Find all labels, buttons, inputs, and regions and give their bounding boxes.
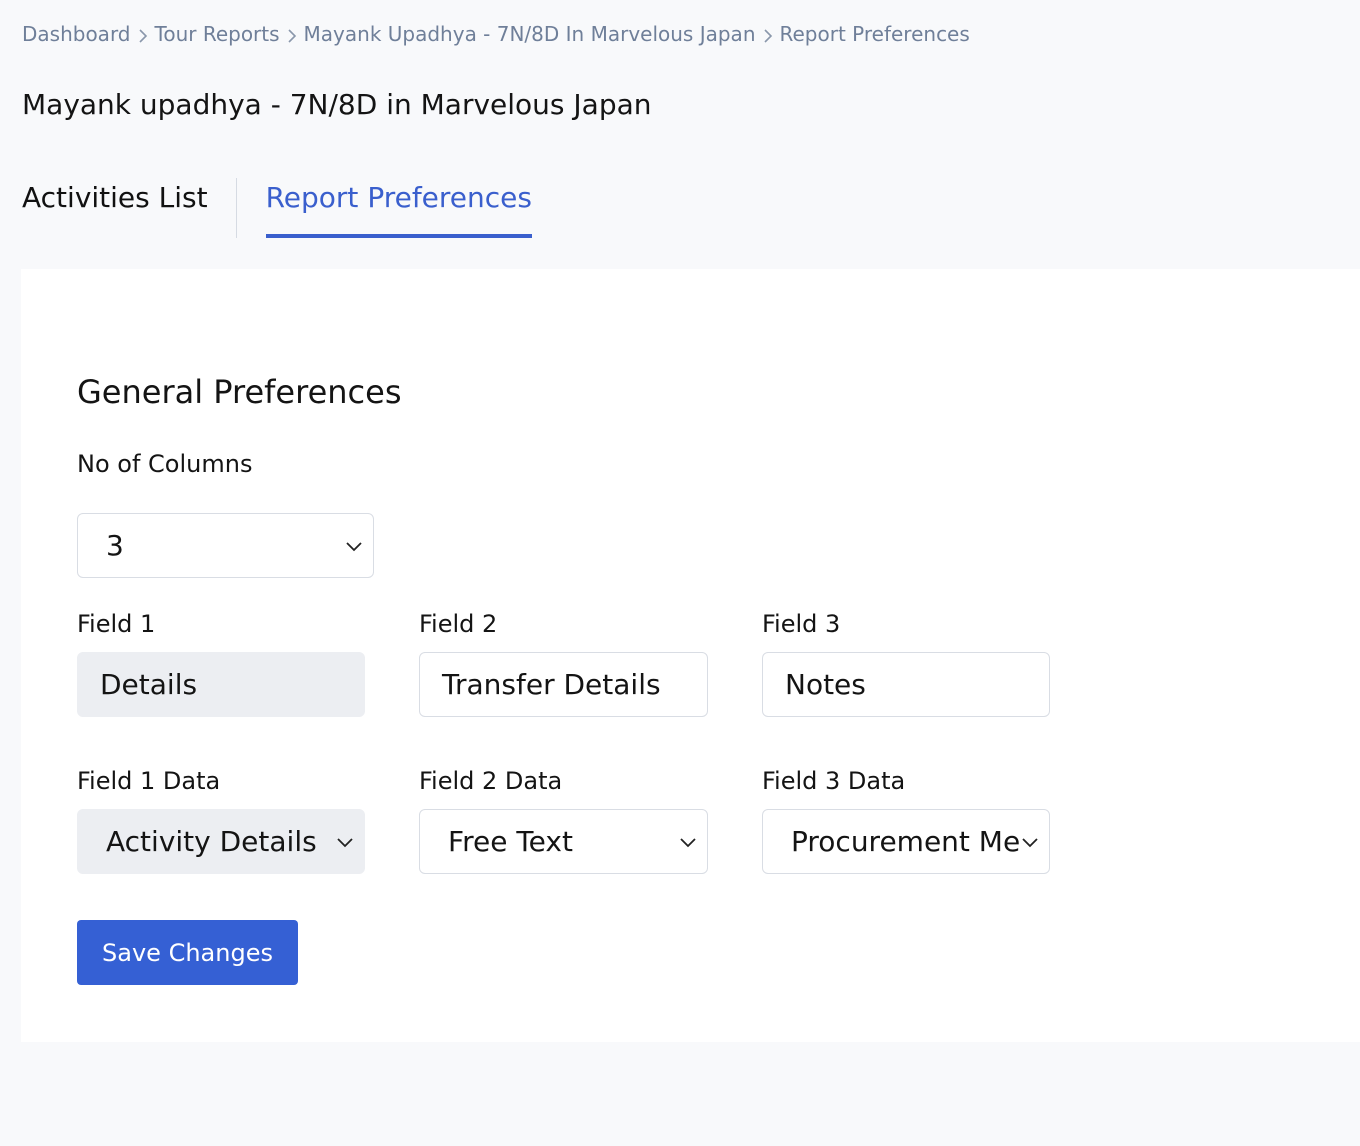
field1-input-value: Details <box>100 668 198 701</box>
columns-select-value: 3 <box>106 529 124 562</box>
chevron-down-icon <box>680 837 696 847</box>
field3-data-select[interactable]: Procurement Men <box>762 809 1050 874</box>
field3-label: Field 3 <box>762 610 841 638</box>
field2-label: Field 2 <box>419 610 498 638</box>
field2-input[interactable]: Transfer Details <box>419 652 708 717</box>
page-title: Mayank upadhya - 7N/8D in Marvelous Japa… <box>22 88 652 121</box>
field1-data-select: Activity Details <box>77 809 365 874</box>
field1-data-select-value: Activity Details <box>106 825 317 858</box>
field1-data-label: Field 1 Data <box>77 767 221 795</box>
tab-activities-list[interactable]: Activities List <box>22 176 236 220</box>
field2-data-select-value: Free Text <box>448 825 573 858</box>
field3-data-label: Field 3 Data <box>762 767 906 795</box>
chevron-down-icon <box>337 837 353 847</box>
breadcrumb-tour[interactable]: Mayank Upadhya - 7N/8D In Marvelous Japa… <box>304 22 756 46</box>
breadcrumb: Dashboard Tour Reports Mayank Upadhya - … <box>22 22 970 46</box>
chevron-right-icon <box>756 22 780 46</box>
field2-input-value: Transfer Details <box>442 668 661 701</box>
field1-label: Field 1 <box>77 610 156 638</box>
chevron-right-icon <box>280 22 304 46</box>
section-title: General Preferences <box>77 373 402 411</box>
field2-data-label: Field 2 Data <box>419 767 563 795</box>
chevron-right-icon <box>131 22 155 46</box>
breadcrumb-tour-reports[interactable]: Tour Reports <box>155 22 280 46</box>
field3-input[interactable]: Notes <box>762 652 1050 717</box>
breadcrumb-dashboard[interactable]: Dashboard <box>22 22 131 46</box>
preferences-card: General Preferences No of Columns 3 Fiel… <box>21 269 1360 1042</box>
field1-input: Details <box>77 652 365 717</box>
chevron-down-icon <box>1022 837 1038 847</box>
tab-divider <box>235 178 237 238</box>
field2-data-select[interactable]: Free Text <box>419 809 708 874</box>
breadcrumb-current: Report Preferences <box>779 22 970 46</box>
columns-label: No of Columns <box>77 450 253 478</box>
field3-input-value: Notes <box>785 668 866 701</box>
columns-select[interactable]: 3 <box>77 513 374 578</box>
field3-data-select-value: Procurement Men <box>791 825 1019 858</box>
tab-bar: Activities List Report Preferences <box>22 176 532 238</box>
chevron-down-icon <box>346 541 362 551</box>
save-changes-button[interactable]: Save Changes <box>77 920 298 985</box>
tab-report-preferences[interactable]: Report Preferences <box>265 176 532 238</box>
